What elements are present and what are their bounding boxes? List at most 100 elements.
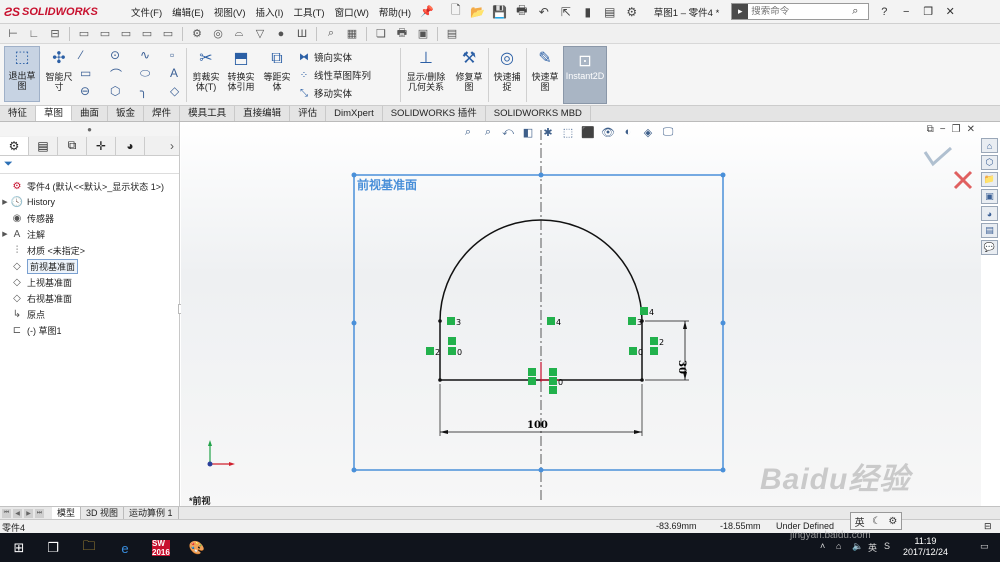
chevron-right-icon[interactable]: › (165, 137, 179, 155)
pin-location-icon[interactable]: ● (274, 28, 288, 40)
cancel-x-icon[interactable] (953, 170, 973, 190)
property-manager-tab-icon[interactable]: ▤ (29, 136, 58, 155)
appearances-icon[interactable]: ◕ (981, 206, 998, 221)
copy-tool-icon[interactable]: ❏ (374, 27, 388, 40)
save-icon[interactable]: 💾 (492, 4, 508, 20)
sketch-point[interactable] (438, 319, 442, 323)
convert-entities-button[interactable]: ⬒ 转换实体引用 (224, 48, 258, 93)
tree-item-history[interactable]: ▶ 🕓 History (0, 194, 179, 210)
filter-icon[interactable]: ⏷ (0, 156, 179, 174)
configuration-manager-tab-icon[interactable]: ⧉ (58, 136, 87, 155)
tab-surfaces[interactable]: 曲面 (72, 106, 109, 121)
plane-handle[interactable] (720, 467, 726, 473)
plane-handle[interactable] (538, 172, 544, 178)
system-clock[interactable]: 11:19 2017/12/24 (903, 536, 948, 558)
plane-handle[interactable] (351, 172, 357, 178)
tab-mold-tools[interactable]: 模具工具 (180, 106, 236, 121)
pin-icon[interactable]: 📌 (420, 5, 434, 18)
prev-tab-icon[interactable]: ◀ (13, 508, 22, 518)
spline-tool-icon[interactable]: ∿ (140, 48, 150, 62)
quick-snaps-button[interactable]: ◎ 快速捕捉 (490, 48, 524, 93)
toolbar-icon-d[interactable]: ▭ (140, 27, 154, 40)
view-tool-icon[interactable]: ▣ (416, 27, 430, 40)
sogou-ime-icon[interactable]: S (884, 541, 890, 551)
menu-view[interactable]: 视图(V) (209, 5, 251, 19)
slot-tool-icon[interactable]: ⊖ (80, 84, 90, 98)
tab-features[interactable]: 特征 (0, 106, 37, 121)
arc-tool-icon[interactable]: ⌒ (110, 66, 122, 83)
relation-marker[interactable]: 2 (426, 347, 440, 357)
rectangle-tool-icon[interactable]: ▭ (80, 66, 91, 80)
select-cursor-icon[interactable]: ⇱ (558, 4, 574, 20)
tab-direct-editing[interactable]: 直接编辑 (235, 106, 291, 121)
cup-tool-icon[interactable]: ⌓ (232, 27, 246, 40)
plane-handle[interactable] (351, 320, 357, 326)
tree-item-top-plane[interactable]: ◇ 上视基准面 (0, 274, 179, 290)
tab-sheet-metal[interactable]: 钣金 (108, 106, 145, 121)
last-tab-icon[interactable]: ⏭ (35, 508, 44, 518)
ime-settings-icon[interactable]: ⚙ (888, 516, 897, 527)
move-entities-item[interactable]: ⤡ 移动实体 (298, 86, 371, 101)
tray-language[interactable]: 英 (868, 541, 877, 554)
linear-pattern-item[interactable]: ⁘ 线性草图阵列 (298, 68, 371, 83)
sketch-canvas[interactable]: 前视基准面 3 4 3 4 2 0 2 0 0 100 30 (181, 122, 981, 506)
paint-app-icon[interactable]: 🎨 (188, 539, 206, 557)
view-palette-icon[interactable]: ▣ (981, 189, 998, 204)
confirm-check-icon[interactable] (923, 146, 952, 167)
custom-properties-icon[interactable]: ▤ (981, 223, 998, 238)
plane-handle[interactable] (351, 467, 357, 473)
print-preview-icon[interactable]: 🖶 (395, 24, 409, 43)
feature-manager-tab-icon[interactable]: ⚙ (0, 136, 29, 155)
tab-3d-view[interactable]: 3D 视图 (81, 507, 125, 519)
graphics-area[interactable]: ⌕ ⌕ ⤺ ◧ ✱ ⬚ ⬛ 👁 ◐ ◈ 🖵 ⧉ − ❐ ✕ 前视基准面 3 4 … (181, 122, 981, 506)
cone-tool-icon[interactable]: ▽ (253, 27, 267, 40)
toolbar-icon-b[interactable]: ▭ (98, 27, 112, 40)
tree-item-sensors[interactable]: ◉ 传感器 (0, 210, 179, 226)
toolbar-icon-e[interactable]: ▭ (161, 27, 175, 40)
rapid-sketch-button[interactable]: ✎ 快速草图 (528, 48, 562, 93)
ellipse-tool-icon[interactable]: ⬭ (140, 66, 150, 81)
file-explorer-taskbar-icon[interactable]: 🗀 (80, 538, 98, 557)
expand-arrow-icon[interactable]: ▶ (0, 230, 10, 238)
sketch-tool-icon[interactable]: ⊢ (6, 27, 20, 40)
plane-tool-icon[interactable]: ◇ (170, 84, 179, 98)
open-folder-icon[interactable]: 📂 (470, 4, 486, 20)
circle-tool-icon[interactable]: ◎ (211, 27, 225, 40)
close-icon[interactable]: ✕ (943, 5, 957, 18)
dimxpert-manager-tab-icon[interactable]: ✛ (87, 136, 116, 155)
restore-icon[interactable]: ❐ (921, 5, 935, 18)
circle-tool-icon-2[interactable]: ⊙ (110, 48, 120, 62)
panel-collapse-handle[interactable]: ● (0, 122, 179, 136)
plane-handle[interactable] (538, 467, 544, 473)
undo-icon[interactable]: ↶ (536, 4, 552, 20)
minimize-icon[interactable]: − (899, 6, 913, 18)
exit-sketch-button[interactable]: ⬚ 退出草图 (4, 46, 40, 102)
display-delete-relations-button[interactable]: ⊥ 显示/删除几何关系 (404, 48, 448, 93)
sketch-point[interactable] (438, 378, 442, 382)
tab-sketch[interactable]: 草图 (36, 106, 73, 121)
grid-tool-icon[interactable]: ▦ (345, 27, 359, 40)
fillet-tool-icon[interactable]: ╮ (140, 84, 147, 98)
tab-addins[interactable]: SOLIDWORKS 插件 (383, 106, 486, 121)
dimension-width-value[interactable]: 100 (527, 420, 548, 431)
edge-browser-icon[interactable]: e (116, 539, 134, 557)
gear-small-icon[interactable]: ⚙ (190, 27, 204, 40)
status-options-icon[interactable]: ⊟ (984, 521, 992, 532)
toolbar-icon-a[interactable]: ▭ (77, 27, 91, 40)
tree-item-origin[interactable]: ↳ 原点 (0, 306, 179, 322)
text-tool-icon[interactable]: A (170, 66, 178, 80)
notifications-icon[interactable]: ▭ (980, 541, 989, 552)
tree-item-sketch1[interactable]: ⊏ (-) 草图1 (0, 322, 179, 338)
menu-tools[interactable]: 工具(T) (288, 5, 329, 19)
tab-evaluate[interactable]: 评估 (290, 106, 327, 121)
file-explorer-icon[interactable]: 📁 (981, 172, 998, 187)
comb-tool-icon[interactable]: Ш (295, 28, 309, 40)
volume-icon[interactable]: 🔈 (852, 541, 863, 552)
mirror-entities-item[interactable]: ⧓ 镜向实体 (298, 50, 371, 65)
menu-insert[interactable]: 插入(I) (250, 5, 288, 19)
ime-toolbar[interactable]: 英 ☾ ⚙ (850, 512, 902, 530)
ime-language[interactable]: 英 (855, 514, 865, 529)
tab-motion-study[interactable]: 运动算例 1 (124, 507, 179, 519)
relation-marker[interactable]: 0 (528, 368, 563, 394)
trim-entities-button[interactable]: ✂ 剪裁实体(T) (190, 48, 222, 93)
